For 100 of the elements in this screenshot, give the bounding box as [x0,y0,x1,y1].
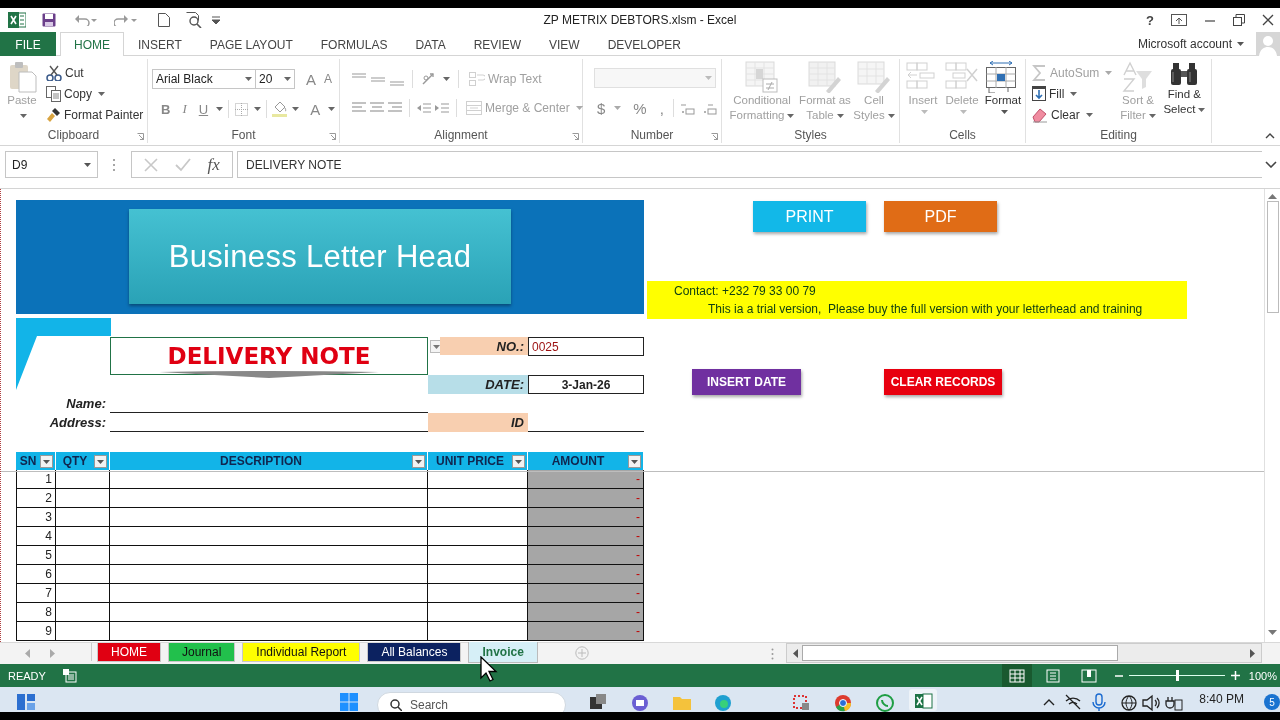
copy-button[interactable]: Copy [44,83,146,104]
increase-indent-icon[interactable] [435,102,449,114]
redo-icon[interactable] [114,14,138,26]
italic-button[interactable]: I [179,99,190,119]
name-box[interactable]: D9 [5,151,98,178]
new-document-icon[interactable] [158,13,170,27]
clear-records-button[interactable]: CLEAR RECORDS [884,369,1002,395]
clock-time[interactable]: 8:40 PM [1199,692,1245,706]
zoom-level-text[interactable]: 100% [1248,669,1277,682]
format-cells-button[interactable]: Format [982,59,1024,127]
zoom-out-icon[interactable] [1114,674,1123,677]
dialog-launcher-icon[interactable] [137,133,144,140]
date-field[interactable]: 3-Jan-26 [528,375,644,394]
comma-button[interactable]: , [656,98,667,118]
table-cell: - [528,565,644,584]
dialog-launcher-icon[interactable] [329,133,336,140]
ribbon-tab[interactable]: DATA [401,32,460,56]
speaker-icon[interactable] [1141,692,1162,712]
cut-button[interactable]: Cut [44,62,146,83]
snipping-tool-icon[interactable] [791,692,812,712]
dialog-launcher-icon[interactable] [572,133,579,140]
collapse-ribbon-icon[interactable] [1265,133,1275,139]
widgets-icon[interactable] [16,692,36,712]
expand-formula-icon[interactable] [1265,161,1277,168]
normal-view-icon[interactable] [1001,664,1032,687]
save-icon[interactable] [42,13,56,27]
filter-dropdown-icon[interactable] [412,454,425,468]
underline-button[interactable]: U [195,99,212,119]
fill-button[interactable]: Fill [1030,83,1115,104]
help-button[interactable]: ? [1146,12,1154,28]
ribbon-display-icon[interactable] [1171,14,1187,26]
more-options-icon[interactable] [112,157,116,172]
filter-dropdown-icon[interactable] [40,454,53,468]
increase-decimal-icon[interactable] [679,101,695,115]
clear-button[interactable]: Clear [1030,104,1115,125]
ribbon-tab[interactable]: HOME [60,32,124,56]
number-field[interactable]: 0025 [528,337,644,356]
zoom-slider-thumb[interactable] [1175,670,1179,681]
decrease-indent-icon[interactable] [417,102,431,114]
scroll-right-icon[interactable] [1250,648,1256,658]
ribbon-tab[interactable]: DEVELOPER [593,32,695,56]
ribbon-tab[interactable]: REVIEW [459,32,535,56]
filter-dropdown-icon[interactable] [512,454,525,468]
borders-icon[interactable] [234,101,250,117]
zoom-in-icon[interactable] [1230,671,1240,680]
grow-font-button[interactable]: A [303,69,319,89]
scroll-down-icon[interactable] [1268,630,1277,636]
whatsapp-icon[interactable] [875,692,896,712]
fill-color-icon[interactable] [272,101,288,117]
horizontal-scrollbar[interactable] [786,643,1262,663]
ribbon-tab[interactable]: FILE [0,32,56,56]
chat-app-icon[interactable] [630,692,651,712]
sheet-tab[interactable]: All Balances [367,643,462,662]
ribbon-tab[interactable]: VIEW [535,32,594,56]
ribbon-tab[interactable]: PAGE LAYOUT [195,32,307,56]
format-painter-button[interactable]: Format Painter [44,104,146,125]
font-name-field[interactable]: Arial Black [152,69,256,89]
insert-date-button[interactable]: INSERT DATE [692,369,801,395]
insert-function-button[interactable]: fx [207,154,220,175]
decrease-decimal-icon[interactable] [701,101,717,115]
sheet-tab[interactable]: Invoice [468,642,538,663]
globe-icon[interactable] [1119,692,1140,712]
scroll-left-icon[interactable] [792,648,798,658]
percent-button[interactable]: % [630,98,650,118]
account-menu[interactable]: Microsoft account [1137,36,1232,51]
shrink-font-button[interactable]: A [321,69,336,89]
scroll-up-icon[interactable] [1268,193,1277,199]
ribbon-tab[interactable]: INSERT [124,32,196,56]
filter-dropdown-icon[interactable] [94,454,107,468]
font-color-button[interactable]: A [307,99,324,119]
bold-button[interactable]: B [158,99,174,119]
excel-taskbar-icon[interactable] [909,689,938,711]
close-icon[interactable] [1262,14,1274,26]
sheet-tab[interactable]: Journal [168,643,236,662]
currency-button[interactable]: $ [594,98,609,118]
start-icon[interactable] [339,692,359,712]
orientation-icon[interactable] [421,72,435,86]
filter-dropdown-icon[interactable] [628,454,641,468]
sheet-tab[interactable]: Individual Report [242,643,361,662]
more-tabs-icon[interactable] [771,648,774,660]
task-view-icon[interactable] [588,692,609,712]
customize-menu-icon[interactable] [212,16,220,24]
number-format-field[interactable] [594,68,716,88]
macro-record-icon[interactable] [62,668,77,683]
scrollbar-thumb[interactable] [802,645,1118,661]
print-preview-icon[interactable] [186,12,202,28]
ribbon-tab[interactable]: FORMULAS [306,32,402,56]
check-icon[interactable] [174,157,191,172]
sheet-tab[interactable]: HOME [97,643,161,662]
chrome-icon[interactable] [833,692,854,712]
find-select-button[interactable]: Find & Select [1161,59,1207,127]
notification-badge[interactable]: 5 [1264,694,1280,710]
scrollbar-thumb[interactable] [1266,201,1279,313]
restore-icon[interactable] [1233,14,1245,26]
undo-icon[interactable] [74,14,98,26]
search-field[interactable]: Search [377,692,567,712]
browser-icon[interactable] [713,692,734,712]
formula-field[interactable]: DELIVERY NOTE [237,151,1262,178]
font-size-field[interactable]: 20 [255,69,295,89]
dialog-launcher-icon[interactable] [711,133,718,140]
